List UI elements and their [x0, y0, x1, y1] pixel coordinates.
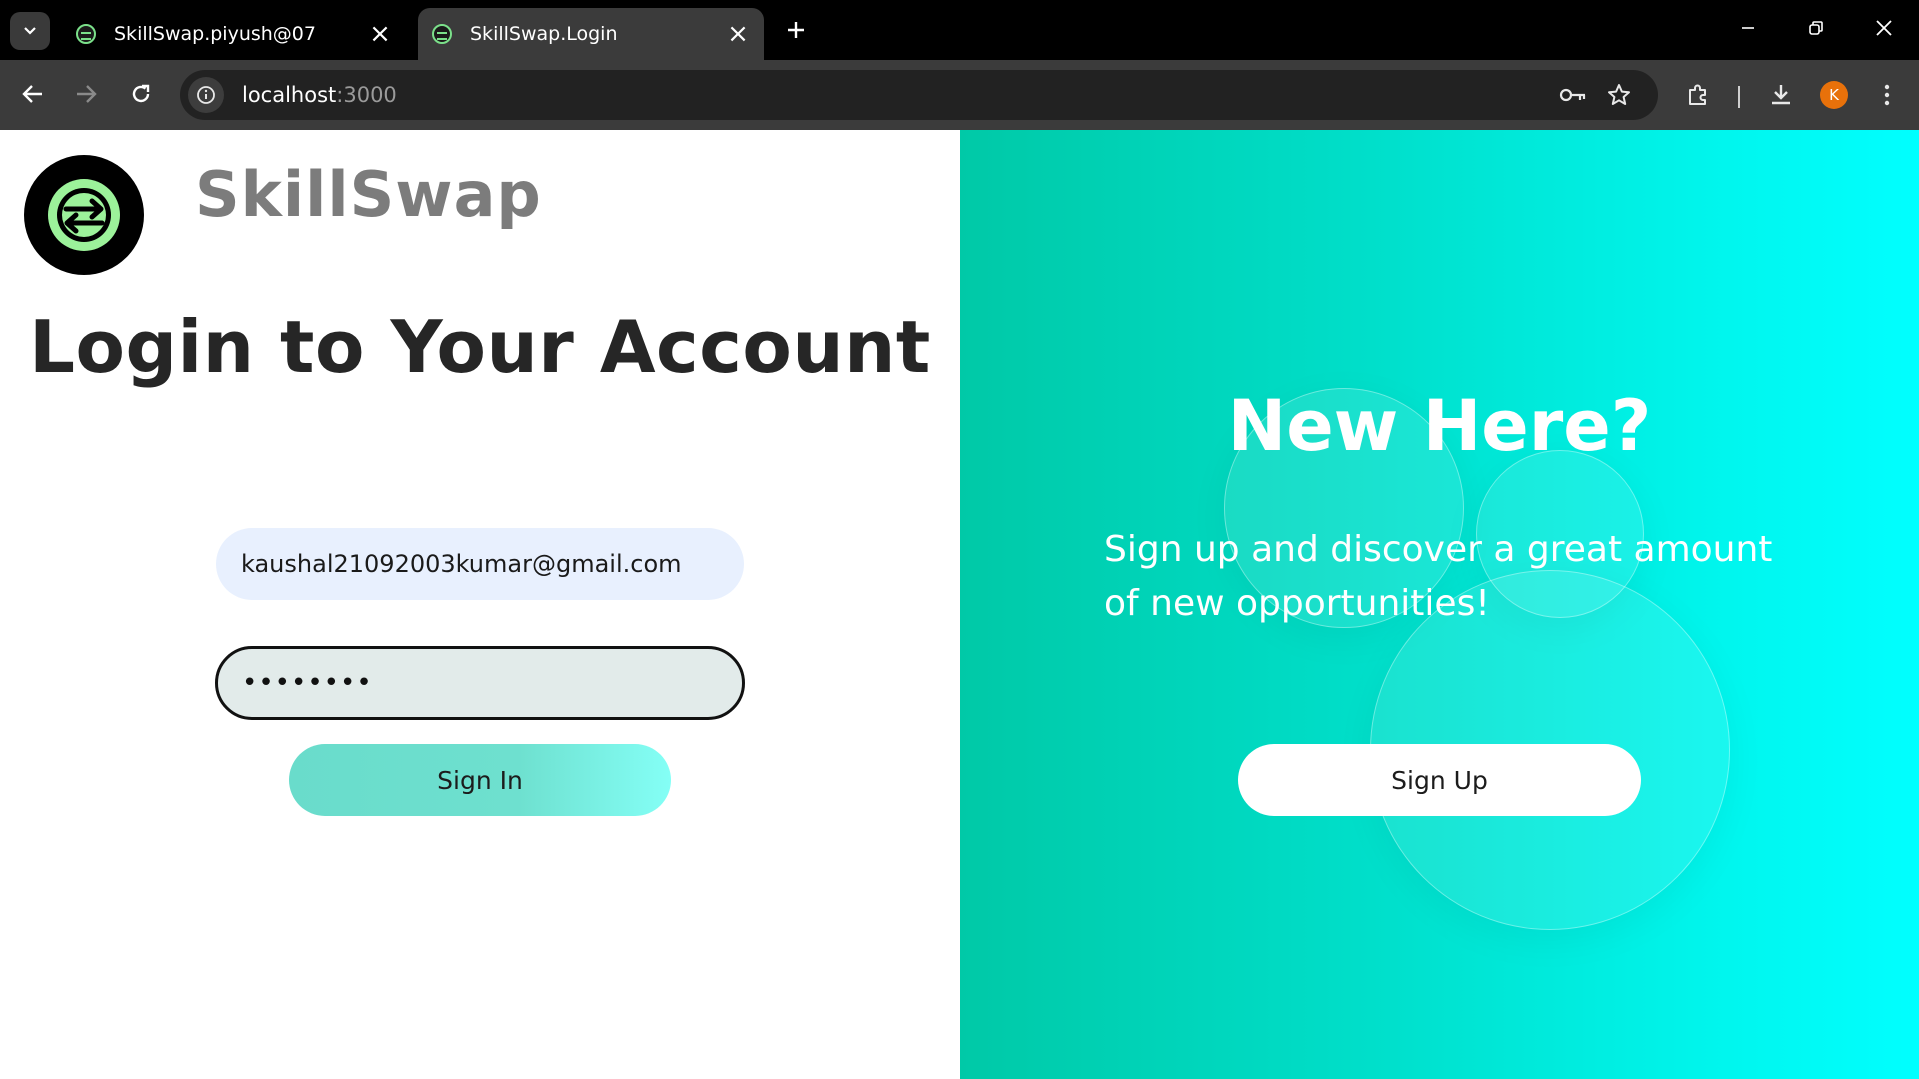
- browser-toolbar: localhost:3000 K: [0, 60, 1919, 130]
- tab-title: SkillSwap.Login: [470, 23, 618, 45]
- toolbar-divider: [1738, 86, 1740, 108]
- url-host: localhost: [242, 83, 337, 107]
- close-window-button[interactable]: [1860, 8, 1908, 48]
- sign-in-button[interactable]: Sign In: [289, 744, 671, 816]
- minimize-icon: [1742, 27, 1754, 29]
- restore-button[interactable]: [1792, 8, 1840, 48]
- tab-skillswap-piyush[interactable]: SkillSwap.piyush@07 ×: [62, 8, 406, 60]
- page-content: SkillSwap Login to Your Account Sign In …: [0, 130, 1919, 1079]
- login-title: Login to Your Account: [29, 305, 931, 389]
- tab-skillswap-login[interactable]: SkillSwap.Login ×: [418, 8, 764, 60]
- tab-title: SkillSwap.piyush@07: [114, 23, 316, 45]
- browser-menu-button[interactable]: [1868, 76, 1906, 114]
- address-bar[interactable]: localhost:3000: [180, 70, 1658, 120]
- new-tab-button[interactable]: [778, 12, 814, 48]
- back-arrow-icon: [22, 85, 42, 103]
- profile-avatar[interactable]: K: [1820, 81, 1848, 109]
- forward-button[interactable]: [66, 74, 106, 114]
- chevron-down-icon: [24, 27, 36, 35]
- back-button[interactable]: [13, 74, 53, 114]
- sign-up-button[interactable]: Sign Up: [1238, 744, 1641, 816]
- forward-arrow-icon: [77, 85, 97, 103]
- close-icon: [1876, 20, 1892, 36]
- plus-icon: [788, 22, 804, 38]
- swap-arrows-icon: [48, 179, 120, 251]
- url-text[interactable]: localhost:3000: [242, 83, 397, 107]
- signup-panel: New Here? Sign up and discover a great a…: [960, 130, 1919, 1079]
- brand-name: SkillSwap: [195, 158, 542, 231]
- url-port: :3000: [336, 83, 397, 107]
- puzzle-icon: [1689, 84, 1706, 105]
- password-key-button[interactable]: [1554, 76, 1592, 114]
- downloads-button[interactable]: [1762, 76, 1800, 114]
- new-here-title: New Here?: [1227, 385, 1652, 467]
- email-field[interactable]: [216, 528, 744, 600]
- extensions-button[interactable]: [1679, 76, 1717, 114]
- tab-strip: SkillSwap.piyush@07 × SkillSwap.Login ×: [0, 0, 1919, 60]
- key-icon: [1559, 88, 1586, 102]
- reload-button[interactable]: [121, 74, 161, 114]
- signup-description: Sign up and discover a great amount of n…: [1104, 529, 1773, 624]
- skillswap-favicon-icon: [432, 24, 452, 44]
- info-icon: [197, 86, 215, 104]
- reload-icon: [132, 84, 150, 103]
- minimize-button[interactable]: [1724, 8, 1772, 48]
- skillswap-logo: [24, 155, 144, 275]
- skillswap-favicon-icon: [76, 24, 96, 44]
- bookmark-button[interactable]: [1600, 76, 1638, 114]
- close-icon[interactable]: ×: [364, 18, 396, 50]
- kebab-menu-icon: [1884, 84, 1890, 106]
- download-icon: [1772, 85, 1790, 105]
- site-info-button[interactable]: [188, 77, 224, 113]
- password-field[interactable]: [215, 646, 745, 720]
- star-icon: [1608, 84, 1630, 105]
- login-panel: SkillSwap Login to Your Account Sign In: [0, 130, 960, 1079]
- close-icon[interactable]: ×: [722, 18, 754, 50]
- tab-search-button[interactable]: [10, 12, 50, 50]
- restore-icon: [1809, 21, 1823, 35]
